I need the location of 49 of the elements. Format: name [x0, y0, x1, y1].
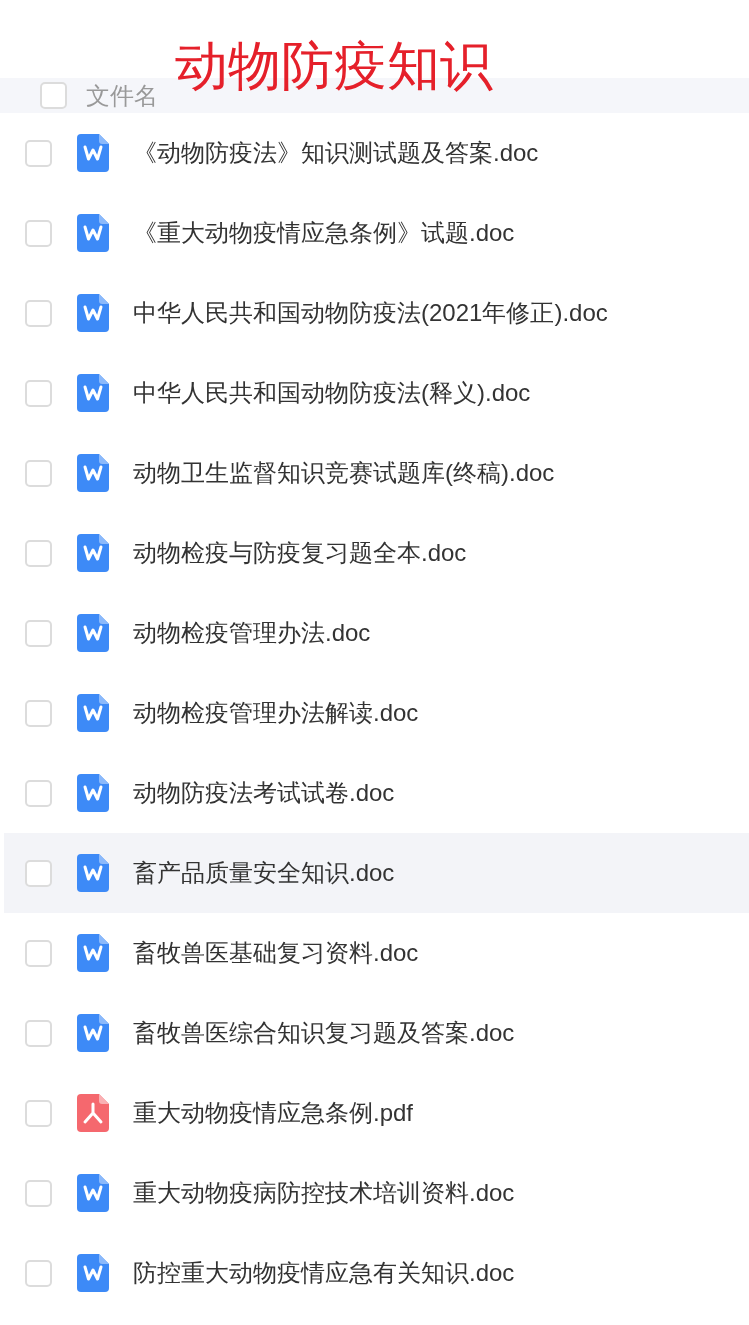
- checkbox[interactable]: [25, 1099, 52, 1127]
- file-name: 《动物防疫法》知识测试题及答案.doc: [133, 138, 539, 168]
- file-name: 重大动物疫情应急条例.pdf: [133, 1098, 414, 1128]
- word-document-icon: [77, 214, 109, 252]
- column-header: 文件名: [86, 80, 158, 111]
- file-row[interactable]: 畜产品质量安全知识.doc: [4, 833, 749, 913]
- file-name: 畜产品质量安全知识.doc: [133, 858, 395, 888]
- checkbox[interactable]: [25, 619, 52, 647]
- word-document-icon: [77, 374, 109, 412]
- word-document-icon: [77, 454, 109, 492]
- checkbox[interactable]: [25, 1179, 52, 1207]
- file-name: 畜牧兽医综合知识复习题及答案.doc: [133, 1018, 515, 1048]
- page-title: 动物防疫知识: [175, 36, 493, 96]
- checkbox[interactable]: [25, 219, 52, 247]
- checkbox[interactable]: [25, 1019, 52, 1047]
- file-name: 畜牧兽医基础复习资料.doc: [133, 938, 419, 968]
- word-document-icon: [77, 854, 109, 892]
- word-document-icon: [77, 934, 109, 972]
- checkbox[interactable]: [25, 139, 52, 167]
- word-document-icon: [77, 694, 109, 732]
- file-name: 重大动物疫病防控技术培训资料.doc: [133, 1178, 515, 1208]
- file-name: 动物卫生监督知识竞赛试题库(终稿).doc: [133, 458, 555, 488]
- word-document-icon: [77, 774, 109, 812]
- checkbox[interactable]: [25, 299, 52, 327]
- checkbox[interactable]: [25, 379, 52, 407]
- file-name: 防控重大动物疫情应急有关知识.doc: [133, 1258, 515, 1288]
- checkbox[interactable]: [25, 539, 52, 567]
- file-name: 中华人民共和国动物防疫法(2021年修正).doc: [133, 298, 608, 328]
- word-document-icon: [77, 1254, 109, 1292]
- checkbox[interactable]: [25, 779, 52, 807]
- checkbox[interactable]: [25, 859, 52, 887]
- word-document-icon: [77, 614, 109, 652]
- pdf-document-icon: [77, 1094, 109, 1132]
- word-document-icon: [77, 1014, 109, 1052]
- checkbox[interactable]: [25, 459, 52, 487]
- file-name: 动物检疫与防疫复习题全本.doc: [133, 538, 467, 568]
- file-name: 动物防疫法考试试卷.doc: [133, 778, 395, 808]
- word-document-icon: [77, 534, 109, 572]
- word-document-icon: [77, 1174, 109, 1212]
- checkbox[interactable]: [25, 699, 52, 727]
- checkbox[interactable]: [25, 1259, 52, 1287]
- file-name: 《重大动物疫情应急条例》试题.doc: [133, 218, 515, 248]
- file-name: 动物检疫管理办法.doc: [133, 618, 371, 648]
- file-name: 中华人民共和国动物防疫法(释义).doc: [133, 378, 531, 408]
- file-name: 动物检疫管理办法解读.doc: [133, 698, 419, 728]
- word-document-icon: [77, 294, 109, 332]
- checkbox[interactable]: [40, 82, 67, 109]
- word-document-icon: [77, 134, 109, 172]
- checkbox[interactable]: [25, 939, 52, 967]
